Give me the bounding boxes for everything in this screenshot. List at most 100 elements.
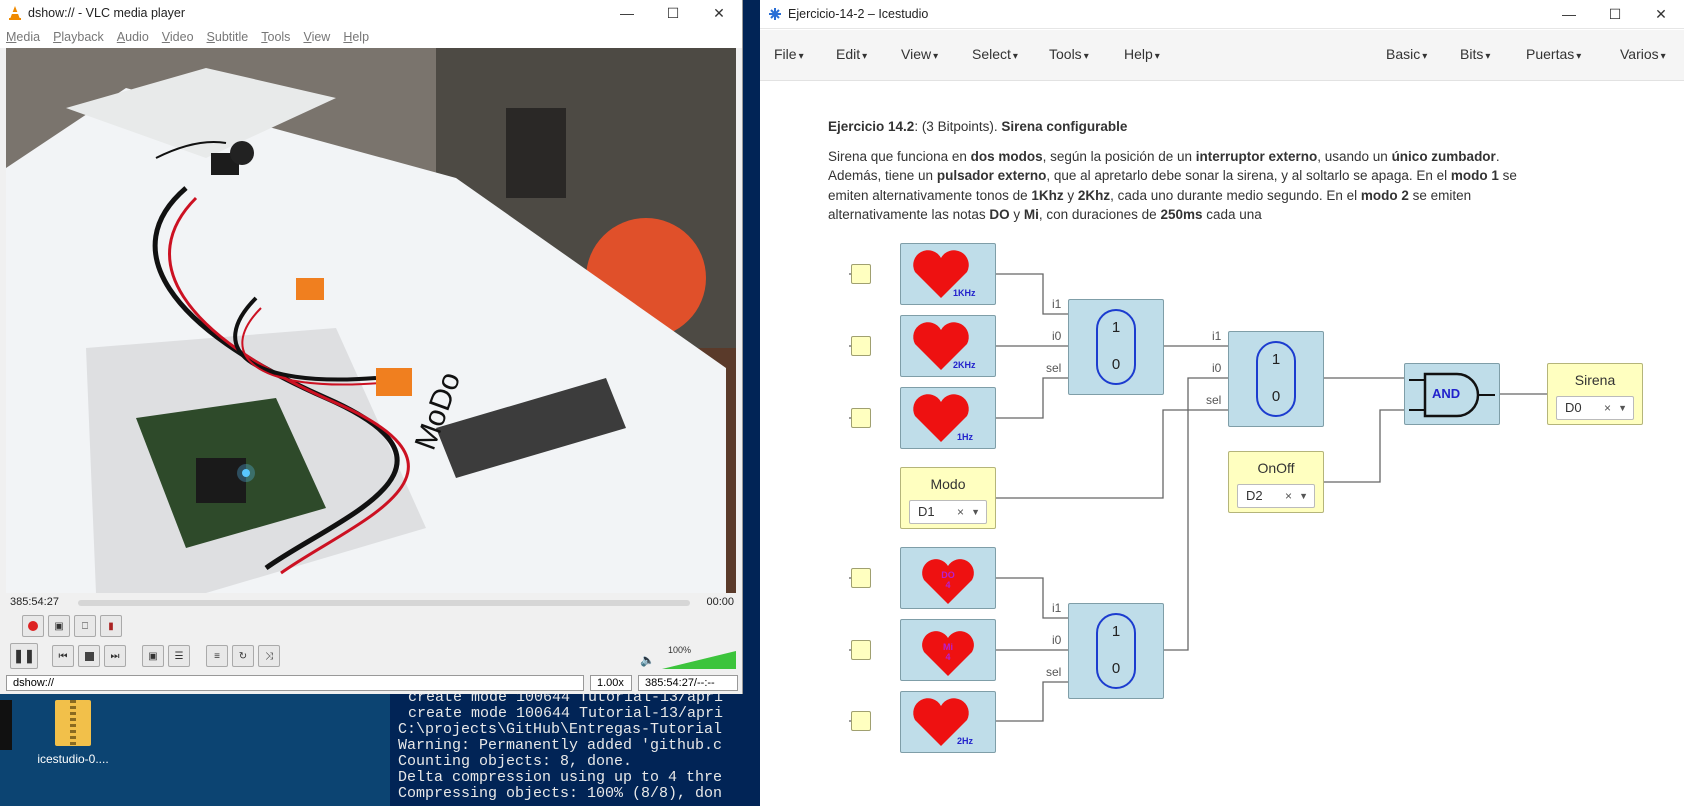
input-pin[interactable] (851, 711, 871, 731)
mux-bottom-value: 0 (1111, 660, 1121, 677)
menu-select[interactable]: Select (972, 46, 1018, 62)
vlc-menu-media[interactable]: Media (0, 30, 47, 44)
volume-control[interactable]: 🔈 100% (640, 645, 738, 671)
playlist-button[interactable]: ≡ (206, 645, 228, 667)
wires (849, 266, 1547, 729)
modo-input-block[interactable]: Modo D1 × ▼ (900, 467, 996, 529)
menu-file[interactable]: File (774, 46, 804, 62)
heart-block-do4[interactable]: DO 4 (900, 547, 996, 609)
vlc-menu-audio[interactable]: Audio (111, 30, 156, 44)
mux-top-value: 1 (1111, 319, 1121, 336)
mux-symbol: 1 0 (1096, 613, 1136, 689)
frame-step-button[interactable]: ▮ (100, 615, 122, 637)
extended-settings-button[interactable]: ☰ (168, 645, 190, 667)
webcam-image: MoDo (6, 48, 736, 593)
vlc-cone-icon (9, 6, 21, 20)
pause-button[interactable]: ❚❚ (10, 643, 38, 669)
caret-down-icon[interactable]: ▼ (1618, 397, 1627, 419)
sirena-label: Sirena (1574, 372, 1616, 388)
heart-block-2hz[interactable]: 2Hz (900, 691, 996, 753)
menu-puertas[interactable]: Puertas (1526, 46, 1581, 62)
fullscreen-icon: ▣ (148, 650, 158, 662)
vlc-menubar: Media Playback Audio Video Subtitle Tool… (0, 26, 742, 48)
stop-button[interactable] (78, 645, 100, 667)
time-status[interactable]: 385:54:27/--:-- (638, 675, 738, 691)
loop-ab-button[interactable]: ⎕ (74, 615, 96, 637)
mux-bottom-value: 0 (1111, 356, 1121, 373)
terminal-line: Warning: Permanently added 'github.c (398, 737, 723, 754)
vlc-menu-playback[interactable]: Playback (47, 30, 111, 44)
caret-down-icon[interactable]: ▼ (971, 501, 980, 523)
loop-button[interactable]: ↻ (232, 645, 254, 667)
volume-slider[interactable] (660, 645, 738, 671)
mux-block-3[interactable]: 1 0 (1228, 331, 1324, 427)
sirena-pin-select[interactable]: D0 × ▼ (1556, 396, 1634, 420)
input-pin[interactable] (851, 408, 871, 428)
vlc-titlebar: dshow:// - VLC media player — ☐ ✕ (0, 0, 742, 26)
heart-block-1hz[interactable]: 1Hz (900, 387, 996, 449)
menu-help[interactable]: Help (1124, 46, 1160, 62)
next-button[interactable]: ⏭ (104, 645, 126, 667)
menu-varios[interactable]: Varios (1620, 46, 1666, 62)
input-pin[interactable] (851, 336, 871, 356)
input-pin[interactable] (851, 640, 871, 660)
modo-pin-select[interactable]: D1 × ▼ (909, 500, 987, 524)
icestudio-window: Ejercicio-14-2 – Icestudio — ☐ ✕ File Ed… (760, 0, 1684, 806)
playback-speed[interactable]: 1.00x (590, 675, 632, 691)
port-sel: sel (1206, 393, 1222, 407)
heart-block-2khz[interactable]: 2KHz (900, 315, 996, 377)
record-button[interactable] (22, 615, 44, 637)
previous-button[interactable]: ⏮ (52, 645, 74, 667)
clear-icon[interactable]: × (1285, 485, 1292, 507)
heart-block-mi4[interactable]: Mi 4 (900, 619, 996, 681)
video-frame[interactable]: MoDo (6, 48, 736, 593)
mux-block-1[interactable]: 1 0 (1068, 299, 1164, 395)
film-icon: ▮ (108, 620, 114, 632)
shuffle-button[interactable]: ⤨ (258, 645, 280, 667)
vlc-menu-view[interactable]: View (297, 30, 337, 44)
menu-edit[interactable]: Edit (836, 46, 867, 62)
desktop-icon-icestudio[interactable]: icestudio-0.... (28, 700, 118, 766)
and-gate-block[interactable]: AND (1404, 363, 1500, 425)
vlc-menu-subtitle[interactable]: Subtitle (201, 30, 256, 44)
design-canvas[interactable]: Ejercicio 14.2: (3 Bitpoints). Sirena co… (760, 81, 1684, 806)
caret-down-icon[interactable]: ▼ (1299, 485, 1308, 507)
heart-label-do4: DO 4 (941, 570, 955, 590)
menu-basic[interactable]: Basic (1386, 46, 1427, 62)
terminal-line: Delta compression using up to 4 thre (398, 769, 723, 786)
seek-bar[interactable] (78, 600, 690, 606)
heart-icon (913, 250, 969, 298)
input-pin[interactable] (851, 264, 871, 284)
vlc-menu-help[interactable]: Help (337, 30, 376, 44)
vlc-maximize-button[interactable]: ☐ (650, 0, 696, 26)
vlc-menu-video[interactable]: Video (156, 30, 201, 44)
snapshot-button[interactable]: ▣ (48, 615, 70, 637)
heart-icon (913, 394, 969, 442)
vlc-close-button[interactable]: ✕ (696, 0, 742, 26)
onoff-input-block[interactable]: OnOff D2 × ▼ (1228, 451, 1324, 513)
clear-icon[interactable]: × (1604, 397, 1611, 419)
ice-minimize-button[interactable]: — (1546, 1, 1592, 27)
desktop-edge (0, 700, 12, 750)
ice-maximize-button[interactable]: ☐ (1592, 1, 1638, 27)
mux-block-2[interactable]: 1 0 (1068, 603, 1164, 699)
heart-block-1khz[interactable]: 1KHz (900, 243, 996, 305)
sirena-output-block[interactable]: Sirena D0 × ▼ (1547, 363, 1643, 425)
previous-icon: ⏮ (58, 650, 68, 662)
clear-icon[interactable]: × (957, 501, 964, 523)
mux-symbol: 1 0 (1096, 309, 1136, 385)
port-sel: sel (1046, 665, 1062, 679)
vlc-minimize-button[interactable]: — (604, 0, 650, 26)
port-sel: sel (1046, 361, 1062, 375)
onoff-pin-select[interactable]: D2 × ▼ (1237, 484, 1315, 508)
vlc-window: dshow:// - VLC media player — ☐ ✕ Media … (0, 0, 743, 694)
menu-view[interactable]: View (901, 46, 938, 62)
vlc-menu-tools[interactable]: Tools (255, 30, 297, 44)
ice-close-button[interactable]: ✕ (1638, 1, 1684, 27)
menu-bits[interactable]: Bits (1460, 46, 1490, 62)
menu-tools[interactable]: Tools (1049, 46, 1089, 62)
seek-row: 385:54:27 00:00 (0, 596, 742, 610)
input-pin[interactable] (851, 568, 871, 588)
loop-ab-icon: ⎕ (82, 620, 88, 632)
fullscreen-button[interactable]: ▣ (142, 645, 164, 667)
